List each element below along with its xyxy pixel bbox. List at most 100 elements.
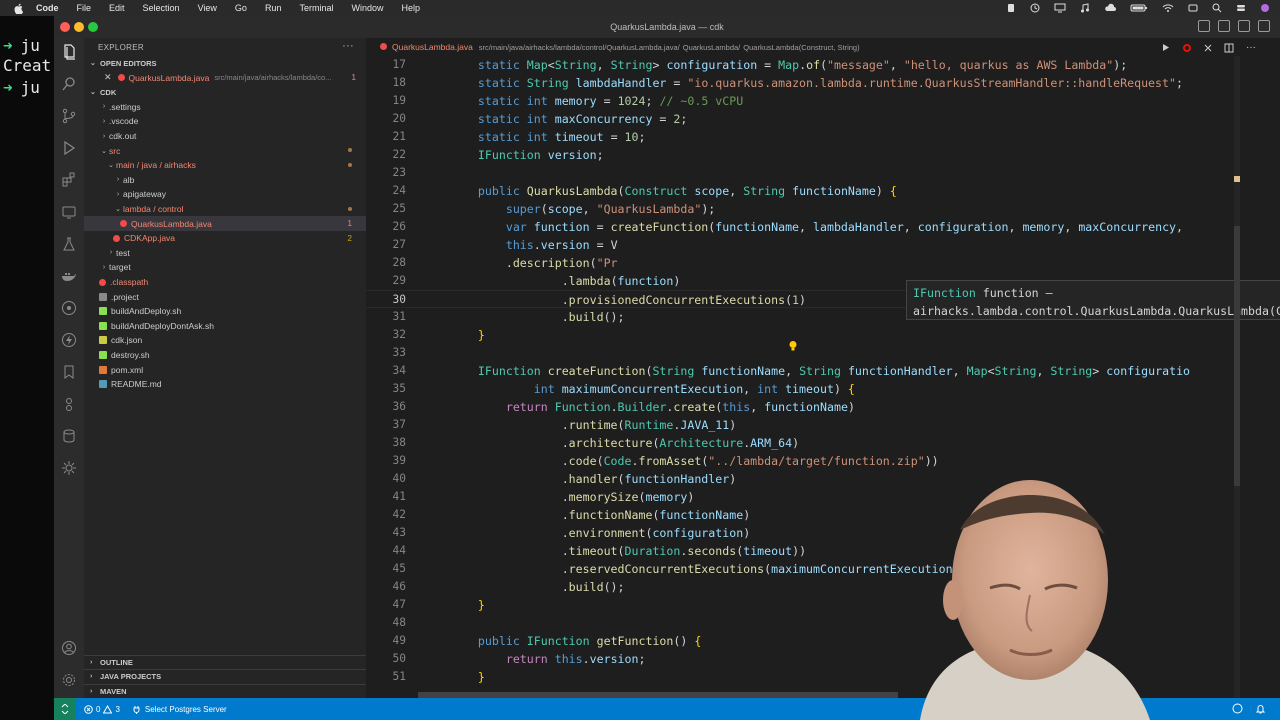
tree-item[interactable]: cdk.json: [84, 333, 366, 348]
source-control-icon[interactable]: [59, 106, 79, 126]
menu-file[interactable]: File: [77, 3, 92, 13]
close-icon[interactable]: [1204, 44, 1212, 52]
keyboard-icon[interactable]: [1188, 3, 1198, 13]
tree-item[interactable]: › cdk.out: [84, 129, 366, 144]
spotlight-search-icon[interactable]: [1212, 3, 1222, 13]
clock-history-icon[interactable]: [1030, 3, 1040, 13]
bookmark-icon[interactable]: [59, 362, 79, 382]
menu-view[interactable]: View: [198, 3, 217, 13]
maven-section[interactable]: › MAVEN: [84, 683, 366, 699]
code-line[interactable]: 18 static String lambdaHandler = "io.qua…: [366, 74, 1246, 92]
tree-item[interactable]: › .settings: [84, 100, 366, 115]
code-line[interactable]: 24 public QuarkusLambda(Construct scope,…: [366, 182, 1246, 200]
tree-item[interactable]: destroy.sh: [84, 348, 366, 363]
menu-app-code[interactable]: Code: [36, 3, 59, 13]
java-projects-section[interactable]: › JAVA PROJECTS: [84, 669, 366, 684]
code-line[interactable]: 20 static int maxConcurrency = 2;: [366, 110, 1246, 128]
code-line[interactable]: 36 return Function.Builder.create(this, …: [366, 398, 1246, 416]
code-line[interactable]: 25 super(scope, "QuarkusLambda");: [366, 200, 1246, 218]
tree-item[interactable]: .classpath: [84, 275, 366, 290]
outline-section[interactable]: › OUTLINE: [84, 654, 366, 670]
postgres-server-selector[interactable]: Select Postgres Server: [132, 705, 227, 714]
tree-item[interactable]: › target: [84, 260, 366, 275]
scrollbar-thumb[interactable]: [1234, 226, 1240, 486]
wifi-icon[interactable]: [1162, 3, 1174, 13]
siri-icon[interactable]: [1260, 3, 1270, 13]
menu-run[interactable]: Run: [265, 3, 282, 13]
notifications-bell-icon[interactable]: [1255, 703, 1266, 714]
code-line[interactable]: 27 this.version = V: [366, 236, 1246, 254]
display-icon[interactable]: [1054, 3, 1066, 13]
code-line[interactable]: 32 }: [366, 326, 1246, 344]
problems-indicator[interactable]: 0 3: [84, 704, 120, 714]
tree-item[interactable]: buildAndDeploy.sh: [84, 304, 366, 319]
record-icon[interactable]: [1182, 43, 1192, 53]
open-editor-item[interactable]: ✕ QuarkusLambda.java src/main/java/airha…: [84, 71, 366, 86]
tree-item[interactable]: buildAndDeployDontAsk.sh: [84, 319, 366, 334]
remote-explorer-icon[interactable]: [59, 202, 79, 222]
code-line[interactable]: 23: [366, 164, 1246, 182]
close-editor-icon[interactable]: ✕: [104, 72, 112, 83]
window-close-button[interactable]: [60, 22, 70, 32]
battery-icon[interactable]: [1130, 3, 1148, 13]
run-debug-icon[interactable]: [59, 138, 79, 158]
code-line[interactable]: 37 .runtime(Runtime.JAVA_11): [366, 416, 1246, 434]
breadcrumb-class[interactable]: QuarkusLambda/: [683, 43, 741, 52]
code-line[interactable]: 19 static int memory = 1024; // ~0.5 vCP…: [366, 92, 1246, 110]
remote-indicator[interactable]: [54, 698, 76, 720]
toggle-sidebar-icon[interactable]: [1198, 20, 1210, 32]
lightning-icon[interactable]: [59, 330, 79, 350]
tree-item[interactable]: README.md: [84, 377, 366, 392]
apple-menu-icon[interactable]: [12, 1, 26, 15]
tree-item[interactable]: › apigateway: [84, 187, 366, 202]
menu-help[interactable]: Help: [401, 3, 420, 13]
tree-item[interactable]: .project: [84, 289, 366, 304]
search-icon[interactable]: [59, 74, 79, 94]
tree-item[interactable]: › alb: [84, 173, 366, 188]
database-icon[interactable]: [59, 426, 79, 446]
code-line[interactable]: 33: [366, 344, 1246, 362]
code-line[interactable]: 39 .code(Code.fromAsset("../lambda/targe…: [366, 452, 1246, 470]
code-line[interactable]: 28 .description("Pr: [366, 254, 1246, 272]
code-line[interactable]: 22 IFunction version;: [366, 146, 1246, 164]
feedback-icon[interactable]: [1232, 703, 1243, 714]
tab-quarkuslambda[interactable]: QuarkusLambda.java: [392, 42, 473, 52]
kubernetes-icon[interactable]: [59, 298, 79, 318]
tree-item[interactable]: › test: [84, 246, 366, 261]
testing-icon[interactable]: [59, 234, 79, 254]
more-actions-icon[interactable]: ···: [342, 40, 354, 52]
cloud-icon[interactable]: [1104, 3, 1116, 13]
battery-status-icon[interactable]: [1006, 3, 1016, 13]
code-line[interactable]: 35 int maximumConcurrentExecution, int t…: [366, 380, 1246, 398]
open-editors-section[interactable]: ⌄ OPEN EDITORS: [84, 56, 366, 71]
breadcrumb-path[interactable]: src/main/java/airhacks/lambda/control/Qu…: [479, 43, 680, 52]
settings-sync-icon[interactable]: [59, 458, 79, 478]
lightbulb-icon[interactable]: [788, 340, 798, 352]
menu-terminal[interactable]: Terminal: [299, 3, 333, 13]
menu-go[interactable]: Go: [235, 3, 247, 13]
run-icon[interactable]: [1161, 43, 1170, 52]
code-line[interactable]: 38 .architecture(Architecture.ARM_64): [366, 434, 1246, 452]
more-actions-icon[interactable]: ···: [1246, 42, 1256, 53]
tree-item[interactable]: › .vscode: [84, 114, 366, 129]
tree-item[interactable]: ⌄ main / java / airhacks: [84, 158, 366, 173]
toggle-panel-icon[interactable]: [1218, 20, 1230, 32]
gear-cluster-icon[interactable]: [59, 394, 79, 414]
code-line[interactable]: 17 static Map<String, String> configurat…: [366, 56, 1246, 74]
vertical-scrollbar[interactable]: [1234, 56, 1240, 698]
tree-item[interactable]: CDKApp.java 2: [84, 231, 366, 246]
menu-selection[interactable]: Selection: [143, 3, 180, 13]
code-line[interactable]: 21 static int timeout = 10;: [366, 128, 1246, 146]
tree-item[interactable]: ⌄ lambda / control: [84, 202, 366, 217]
manage-gear-icon[interactable]: [59, 670, 79, 690]
music-icon[interactable]: [1080, 3, 1090, 13]
account-icon[interactable]: [59, 638, 79, 658]
breadcrumb-method[interactable]: QuarkusLambda(Construct, String): [743, 43, 859, 52]
tree-item[interactable]: QuarkusLambda.java 1: [84, 216, 366, 231]
tree-item[interactable]: pom.xml: [84, 362, 366, 377]
docker-icon[interactable]: [59, 266, 79, 286]
tree-item[interactable]: ⌄ src: [84, 143, 366, 158]
terminal-window[interactable]: ➜ ju Creat ➜ ju: [0, 16, 54, 720]
code-line[interactable]: 34 IFunction createFunction(String funct…: [366, 362, 1246, 380]
control-center-icon[interactable]: [1236, 3, 1246, 13]
